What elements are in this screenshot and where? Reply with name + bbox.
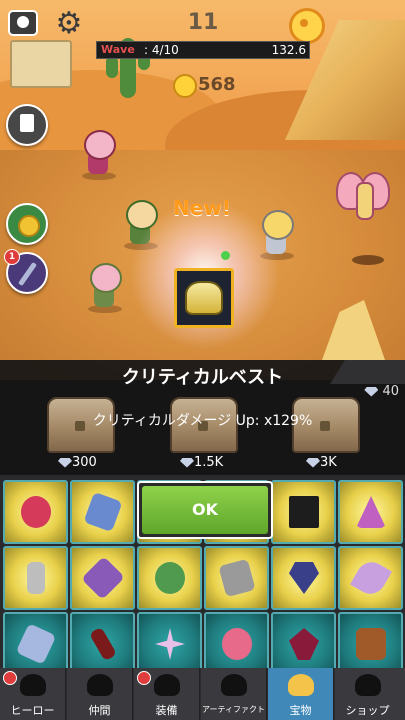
treasure-slot[interactable] xyxy=(70,612,135,676)
equipment-icon xyxy=(154,674,180,696)
gold-count: 568 xyxy=(198,74,236,95)
tab-label: 宝物 xyxy=(289,704,312,717)
treasure-slot[interactable] xyxy=(271,546,336,610)
tab-equipment[interactable]: 装備 xyxy=(134,668,200,720)
tab-treasure[interactable]: 宝物 xyxy=(268,668,334,720)
gem-icon xyxy=(58,457,72,468)
party-icon xyxy=(87,674,113,696)
treasure-slot[interactable] xyxy=(338,480,403,544)
treasure-slot[interactable] xyxy=(204,612,269,676)
gem-icon xyxy=(180,457,194,468)
treasure-slot[interactable] xyxy=(271,612,336,676)
notification-badge: 1 xyxy=(4,249,20,265)
gold-bonus-button[interactable] xyxy=(6,203,48,245)
enemy-moth[interactable] xyxy=(336,168,390,238)
enemy-shadow xyxy=(352,255,384,265)
treasure-slot[interactable] xyxy=(137,546,202,610)
hero-mage xyxy=(80,130,116,182)
auto-target-icon[interactable] xyxy=(289,8,325,44)
gear-icon[interactable]: ⚙ xyxy=(54,9,84,39)
hero-ranger xyxy=(86,263,122,315)
ok-button[interactable]: OK xyxy=(142,486,268,534)
vest-icon xyxy=(185,281,223,315)
wave-count: : 4/10 xyxy=(144,43,179,57)
treasure-slot[interactable] xyxy=(3,546,68,610)
tab-shop[interactable]: ショップ xyxy=(335,668,405,720)
hero-icon xyxy=(20,674,46,696)
wave-label: Wave xyxy=(101,43,135,56)
treasure-slot[interactable] xyxy=(338,546,403,610)
tab-label: アーティファクト xyxy=(201,705,266,714)
quest-button[interactable] xyxy=(6,104,48,146)
tab-artifact[interactable]: アーティファクト xyxy=(201,668,267,720)
bottom-nav: ヒーロー 仲間 装備 アーティファクト 宝物 ショップ xyxy=(0,668,405,720)
notification-dot xyxy=(3,671,17,685)
tab-label: 装備 xyxy=(155,704,178,717)
tab-hero[interactable]: ヒーロー xyxy=(0,668,66,720)
new-label: New! xyxy=(173,196,231,220)
gem-icon xyxy=(306,457,320,468)
reward-item-frame xyxy=(174,268,234,328)
tab-label: 仲間 xyxy=(88,704,111,717)
chest-price: 1.5K xyxy=(180,455,223,470)
treasure-slot[interactable] xyxy=(70,546,135,610)
chest-price: 300 xyxy=(58,455,97,470)
treasure-icon xyxy=(288,674,314,696)
ok-dialog: OK xyxy=(137,481,273,539)
treasure-slot[interactable] xyxy=(70,480,135,544)
sparkle xyxy=(221,251,230,260)
treasure-slot[interactable] xyxy=(137,612,202,676)
item-effect: クリティカルダメージ Up: x129% xyxy=(92,413,313,429)
stage-counter: 11 xyxy=(187,10,219,35)
tab-label: ショップ xyxy=(345,704,390,717)
artifact-icon xyxy=(221,674,247,696)
treasure-slot[interactable] xyxy=(338,612,403,676)
chest-price: 3K xyxy=(306,455,337,470)
wave-timer: 132.6 xyxy=(271,43,306,57)
shop-icon xyxy=(355,674,381,696)
notification-dot xyxy=(137,671,151,685)
gold-coin-icon xyxy=(173,74,197,98)
treasure-slot[interactable] xyxy=(271,480,336,544)
wave-bar: Wave : 4/10 132.6 xyxy=(96,41,310,59)
camera-icon[interactable] xyxy=(8,10,38,36)
treasure-slot[interactable] xyxy=(204,546,269,610)
treasure-slot[interactable] xyxy=(3,612,68,676)
item-name: クリティカルベスト xyxy=(121,367,284,388)
tab-party[interactable]: 仲間 xyxy=(67,668,133,720)
treasure-slot[interactable] xyxy=(3,480,68,544)
tab-label: ヒーロー xyxy=(10,704,55,717)
ruin-building xyxy=(10,40,72,88)
